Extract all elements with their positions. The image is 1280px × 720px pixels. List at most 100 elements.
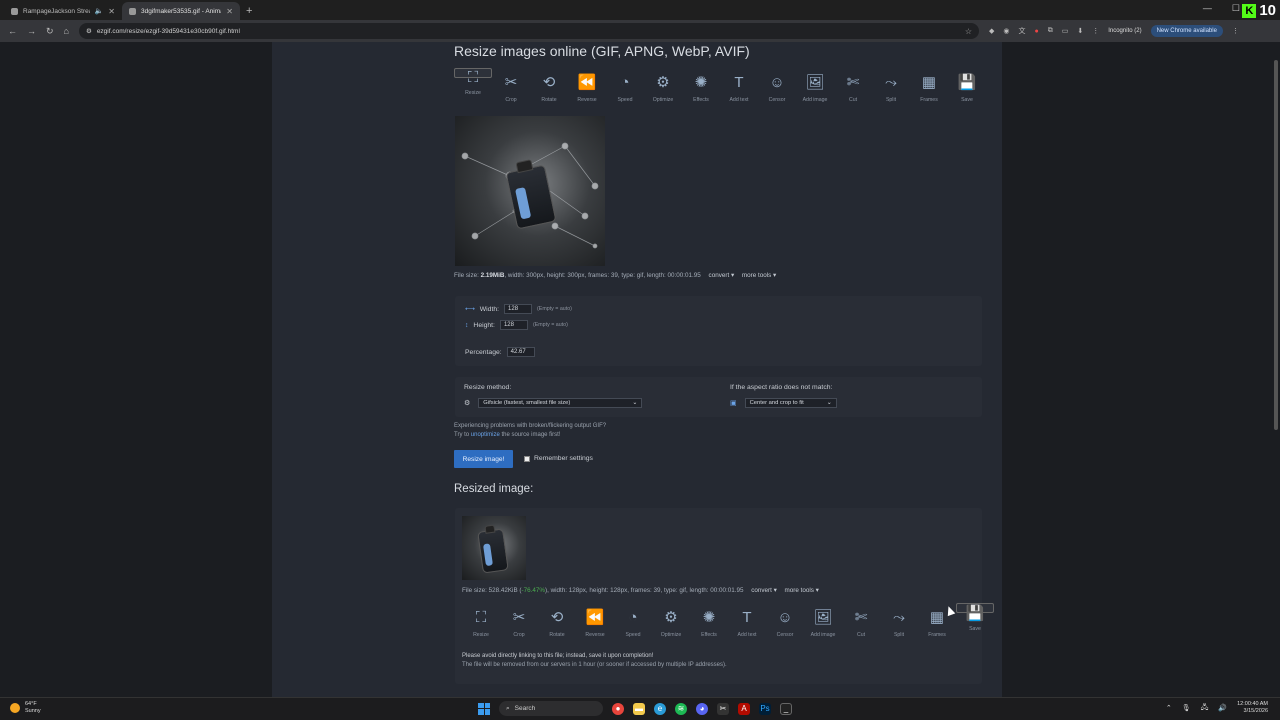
top-tool-reverse[interactable]: ⏪ Reverse — [568, 68, 606, 108]
volume-icon[interactable]: 🔊 — [1218, 704, 1227, 712]
reload-icon[interactable]: ↻ — [46, 26, 54, 37]
file-explorer-icon[interactable]: ▬ — [633, 702, 645, 715]
close-icon[interactable]: ✕ — [226, 7, 233, 16]
result-tool-speed[interactable]: ◔ Speed — [614, 603, 652, 643]
note-line2: Try to unoptimize the source image first… — [454, 431, 606, 440]
result-tool-crop[interactable]: ✂ Crop — [500, 603, 538, 643]
cut-icon: ✄ — [846, 74, 860, 91]
audio-icon[interactable]: 🔈 — [95, 7, 104, 15]
download-icon[interactable]: ⬇ — [1077, 27, 1083, 35]
result-tool-save[interactable]: 💾 Save — [956, 603, 994, 632]
tool-label: Crop — [505, 97, 517, 103]
top-tool-split[interactable]: ⤳ Split — [872, 68, 910, 108]
extension-icon[interactable]: ◉ — [1003, 27, 1009, 35]
site-info-icon[interactable]: ⚙ — [86, 27, 92, 35]
remember-settings-checkbox[interactable]: Remember settings — [524, 455, 593, 462]
top-tool-optimize[interactable]: ⚙ Optimize — [644, 68, 682, 108]
method-label-row: Resize method: — [464, 384, 511, 391]
result-tool-add-image[interactable]: 🖼 Add image — [804, 603, 842, 643]
chrome-icon[interactable]: ● — [612, 702, 624, 715]
result-tool-resize[interactable]: ⛶ Resize — [462, 603, 500, 643]
tool-label: Rotate — [541, 97, 557, 103]
percentage-input[interactable]: 42.67 — [506, 347, 535, 357]
frames-icon: ▦ — [921, 74, 937, 91]
resize-icon: ⛶ — [475, 608, 487, 626]
microphone-icon[interactable]: 🎙 — [1182, 704, 1191, 712]
windows-start-icon[interactable] — [478, 702, 490, 715]
split-view-icon[interactable]: ▭ — [1062, 27, 1069, 35]
terminal-icon[interactable]: _ — [780, 702, 792, 715]
result-tool-cut[interactable]: ✄ Cut — [842, 603, 880, 643]
result-tool-optimize[interactable]: ⚙ Optimize — [652, 603, 690, 643]
edge-icon[interactable]: e — [654, 702, 666, 715]
height-input[interactable]: 128 — [499, 320, 528, 330]
back-icon[interactable]: ← — [8, 26, 17, 36]
extension-icon[interactable]: ● — [1034, 28, 1038, 35]
forward-icon[interactable]: → — [27, 26, 36, 36]
discord-icon[interactable]: ◕ — [696, 702, 708, 715]
scrollbar-thumb[interactable] — [1274, 60, 1278, 430]
convert-dropdown[interactable]: convert ▾ — [709, 272, 735, 279]
top-tool-rotate[interactable]: ⟲ Rotate — [530, 68, 568, 108]
new-chrome-button[interactable]: New Chrome available — [1150, 25, 1223, 37]
photoshop-icon[interactable]: Ps — [759, 702, 771, 715]
percentage-label: Percentage: — [465, 348, 502, 356]
convert-dropdown[interactable]: convert ▾ — [751, 587, 777, 594]
spotify-icon[interactable]: ≋ — [675, 702, 687, 715]
result-tool-effects[interactable]: ✺ Effects — [690, 603, 728, 643]
resize-method-select[interactable]: Gifsicle (fastest, smallest file size) ⌄ — [478, 398, 643, 408]
tab-ezgif[interactable]: 3dgifmaker53535.gif - Animate ✕ — [122, 2, 240, 20]
clock[interactable]: 12:00:40 AM 3/15/2026 — [1237, 701, 1268, 715]
translate-icon[interactable]: 文 — [1018, 26, 1025, 36]
top-tool-effects[interactable]: ✺ Effects — [682, 68, 720, 108]
incognito-badge[interactable]: Incognito (2) — [1108, 28, 1141, 34]
url-input[interactable]: ⚙ ezgif.com/resize/ezgif-39d59431e30cb90… — [78, 23, 979, 39]
result-tool-reverse[interactable]: ⏪ Reverse — [576, 603, 614, 643]
new-tab-button[interactable]: + — [240, 5, 258, 20]
home-icon[interactable]: ⌂ — [64, 26, 69, 36]
tab-stream[interactable]: RampageJackson Stream - 🔈 ✕ — [4, 2, 122, 20]
unoptimize-link[interactable]: unoptimize — [471, 432, 500, 438]
result-tool-rotate[interactable]: ⟲ Rotate — [538, 603, 576, 643]
rotate-icon: ⟲ — [550, 609, 564, 626]
tool-label: Censor — [776, 632, 794, 638]
top-tool-resize[interactable]: ⛶ Resize — [454, 68, 492, 96]
extension-icon[interactable]: ◆ — [989, 27, 994, 35]
tray-chevron-icon[interactable]: ⌃ — [1166, 704, 1172, 712]
acrobat-icon[interactable]: A — [738, 702, 750, 715]
taskbar-search[interactable]: ⌕ Search — [499, 701, 603, 716]
top-tool-frames[interactable]: ▦ Frames — [910, 68, 948, 108]
tool-label: Speed — [625, 632, 641, 638]
top-tool-add-image[interactable]: 🖼 Add image — [796, 68, 834, 108]
tool-label: Effects — [701, 632, 717, 638]
checkbox-box[interactable] — [524, 455, 530, 462]
result-tool-censor[interactable]: ☺ Censor — [766, 603, 804, 643]
weather-widget[interactable]: 64°F Sunny — [10, 701, 41, 715]
height-row: ↕ Height: 128 (Empty = auto) — [465, 320, 568, 330]
more-tools-dropdown[interactable]: more tools ▾ — [785, 587, 819, 594]
top-tool-crop[interactable]: ✂ Crop — [492, 68, 530, 108]
network-icon[interactable]: 🖧 — [1201, 703, 1209, 714]
add-image-icon: 🖼 — [805, 74, 825, 91]
aspect-select[interactable]: Center and crop to fit ⌄ — [744, 398, 837, 408]
result-tool-split[interactable]: ⤳ Split — [880, 603, 918, 643]
top-tool-add-text[interactable]: T Add text — [720, 68, 758, 108]
snipping-tool-icon[interactable]: ✂ — [717, 702, 729, 715]
top-tool-speed[interactable]: ◔ Speed — [606, 68, 644, 108]
minimize-icon[interactable]: — — [1203, 3, 1212, 14]
menu-icon[interactable]: ⋮ — [1232, 27, 1239, 35]
width-input[interactable]: 128 — [504, 304, 533, 314]
more-tools-dropdown[interactable]: more tools ▾ — [742, 272, 776, 279]
result-tool-add-text[interactable]: T Add text — [728, 603, 766, 643]
top-tool-cut[interactable]: ✄ Cut — [834, 68, 872, 108]
extensions-puzzle-icon[interactable]: ⧉ — [1048, 27, 1053, 35]
close-icon[interactable]: ✕ — [108, 7, 115, 16]
tool-label: Optimize — [652, 97, 674, 103]
top-tool-censor[interactable]: ☺ Censor — [758, 68, 796, 108]
profile-menu-icon[interactable]: ⋮ — [1092, 27, 1099, 35]
top-tool-save[interactable]: 💾 Save — [948, 68, 986, 108]
maximize-icon[interactable]: ☐ — [1232, 3, 1240, 14]
result-tools-toolbar: ⛶ Resize ✂ Crop ⟲ Rotate ⏪ Reverse ◔ Speed ⚙ Optimi… — [462, 603, 994, 643]
bookmark-star-icon[interactable]: ☆ — [965, 27, 972, 36]
resize-image-button[interactable]: Resize image! — [454, 450, 513, 468]
